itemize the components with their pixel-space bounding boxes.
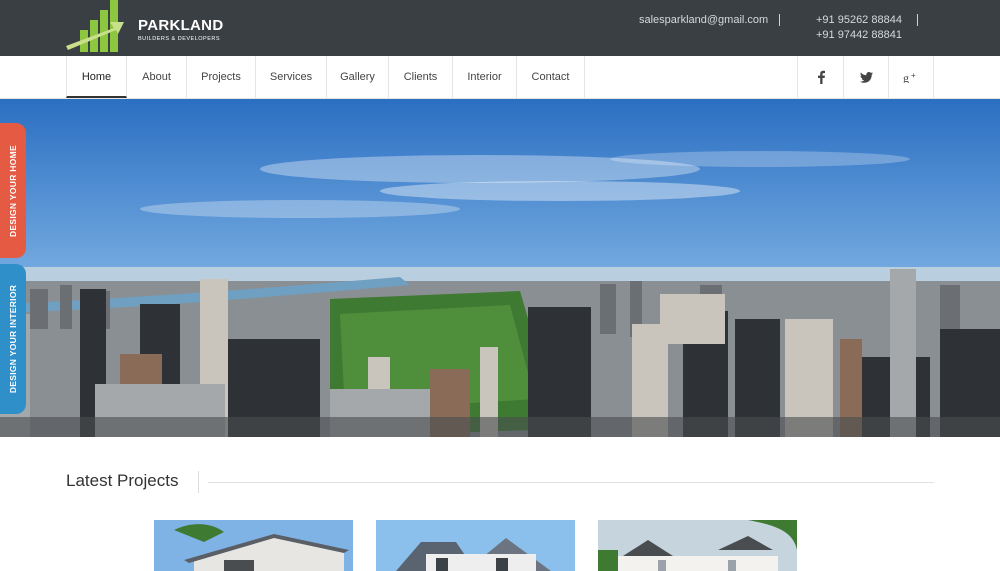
house-image (598, 520, 797, 571)
contact-phone-2[interactable]: +91 97442 88841 (816, 29, 902, 41)
nav-item-projects[interactable]: Projects (187, 56, 256, 98)
top-bar: PARKLAND BUILDERS & DEVELOPERS salespark… (0, 0, 1000, 56)
contact-email[interactable]: salesparkland@gmail.com (639, 14, 768, 26)
divider (198, 471, 199, 493)
house-image (376, 520, 575, 571)
project-thumbnail[interactable] (376, 520, 575, 571)
building-bars-icon (66, 0, 124, 52)
facebook-button[interactable] (797, 56, 843, 98)
google-plus-button[interactable]: g + (888, 56, 934, 98)
svg-text:g: g (903, 71, 909, 83)
city-skyline-image (0, 99, 1000, 437)
project-thumbnail[interactable] (154, 520, 353, 571)
contact-phone-1[interactable]: +91 95262 88844 (816, 14, 902, 26)
nav-item-interior[interactable]: Interior (453, 56, 517, 98)
divider (917, 14, 918, 26)
design-your-interior-label: DESIGN YOUR INTERIOR (8, 284, 18, 394)
google-plus-icon: g + (903, 71, 916, 83)
design-your-interior-tab[interactable]: DESIGN YOUR INTERIOR (0, 264, 26, 414)
nav-item-about[interactable]: About (127, 56, 187, 98)
nav-item-services[interactable]: Services (256, 56, 327, 98)
section-title: Latest Projects (66, 471, 179, 490)
facebook-icon (817, 70, 825, 84)
nav-item-gallery[interactable]: Gallery (327, 56, 389, 98)
logo[interactable]: PARKLAND BUILDERS & DEVELOPERS (66, 0, 236, 56)
divider (208, 482, 934, 483)
svg-text:+: + (911, 71, 916, 80)
hero-banner (0, 99, 1000, 437)
house-image (154, 520, 353, 571)
brand-tagline: BUILDERS & DEVELOPERS (138, 36, 221, 42)
twitter-icon (860, 71, 873, 83)
divider (779, 14, 780, 26)
nav-item-home[interactable]: Home (66, 56, 127, 98)
main-nav: Home About Projects Services Gallery Cli… (0, 56, 1000, 99)
nav-item-clients[interactable]: Clients (389, 56, 453, 98)
brand-name: PARKLAND (138, 17, 224, 34)
design-your-home-label: DESIGN YOUR HOME (8, 144, 18, 237)
nav-item-contact[interactable]: Contact (517, 56, 585, 98)
design-your-home-tab[interactable]: DESIGN YOUR HOME (0, 123, 26, 258)
project-thumbnail[interactable] (598, 520, 797, 571)
twitter-button[interactable] (843, 56, 889, 98)
